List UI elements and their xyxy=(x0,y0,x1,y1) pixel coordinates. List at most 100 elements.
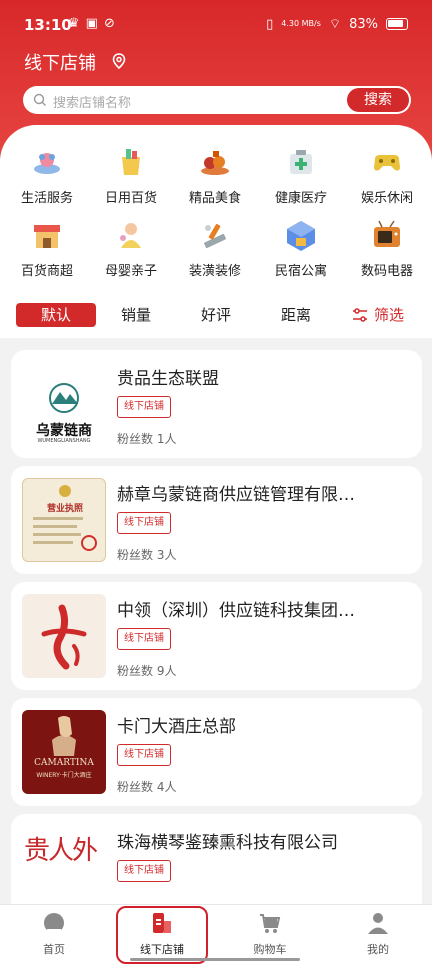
home-indicator xyxy=(130,958,300,961)
status-time: 13:10 xyxy=(24,16,72,34)
search-icon xyxy=(33,93,46,106)
category-life-service[interactable]: 生活服务 xyxy=(4,145,90,206)
store-tag: 线下店铺 xyxy=(117,860,171,882)
seal-icon xyxy=(81,535,97,551)
apartment-icon xyxy=(287,221,315,251)
store-tag: 线下店铺 xyxy=(117,396,171,418)
category-label: 百货商超 xyxy=(20,264,73,279)
store-tag: 线下店铺 xyxy=(117,512,171,534)
category-label: 健康医疗 xyxy=(274,191,327,206)
status-bar: 13:10 ♛ ▣ ⊘ ▯ 4.30 MB/s ⌔ 83% xyxy=(0,0,432,50)
category-label: 装潢装修 xyxy=(188,264,241,279)
nav-home[interactable]: 首页 xyxy=(14,911,94,957)
category-digital[interactable]: 数码电器 xyxy=(344,218,430,279)
category-label: 民宿公寓 xyxy=(274,264,327,279)
store-name: 珠海横琴鉴臻熏科技有限公司 xyxy=(117,833,338,853)
store-logo xyxy=(22,594,106,678)
home-icon xyxy=(44,913,64,933)
store-name: 中领（深圳）供应链科技集团… xyxy=(117,601,355,621)
nav-label: 购物车 xyxy=(253,943,287,956)
category-panel: 生活服务 日用百货 精品美食 健康医疗 娱乐休闲 百货商超 母婴亲子 装潢装修 … xyxy=(0,125,432,290)
store-card[interactable]: 贵人外 珠海横琴鉴臻熏科技有限公司 线下店铺 xyxy=(11,814,422,904)
tools-icon xyxy=(204,223,226,249)
notification-icon: ▣ xyxy=(85,16,98,31)
category-baby[interactable]: 母婴亲子 xyxy=(88,218,174,279)
nav-mine[interactable]: 我的 xyxy=(338,911,418,957)
store-logo-figure-icon xyxy=(52,716,76,756)
store-card[interactable]: 营业执照 赫章乌蒙链商供应链管理有限… 线下店铺 粉丝数 3人 xyxy=(11,466,422,574)
category-apartment[interactable]: 民宿公寓 xyxy=(258,218,344,279)
category-decoration[interactable]: 装潢装修 xyxy=(172,218,258,279)
store-logo-subtext: WINERY·卡门大酒庄 xyxy=(36,772,92,779)
notification-icon: ♛ xyxy=(68,16,80,31)
sort-default[interactable]: 默认 xyxy=(16,303,96,327)
category-label: 生活服务 xyxy=(20,191,73,206)
sort-distance[interactable]: 距离 xyxy=(260,303,332,327)
status-right: ▯ 4.30 MB/s ⌔ 83% xyxy=(266,16,408,32)
license-title: 营业执照 xyxy=(46,504,83,514)
bottom-nav: 首页 线下店铺 购物车 我的 xyxy=(0,904,432,964)
store-fans: 粉丝数 3人 xyxy=(117,548,177,562)
notification-icon: ⊘ xyxy=(103,16,115,31)
category-entertainment[interactable]: 娱乐休闲 xyxy=(344,145,430,206)
category-label: 精品美食 xyxy=(188,191,241,206)
store-logo-text: 乌蒙链商 xyxy=(36,423,92,439)
filter-button[interactable]: 筛选 xyxy=(352,303,404,327)
sort-sales[interactable]: 销量 xyxy=(100,303,172,327)
store-card[interactable]: 乌蒙链商 WUMENGLIANSHANG 贵品生态联盟 线下店铺 粉丝数 1人 xyxy=(11,350,422,458)
category-supermarket[interactable]: 百货商超 xyxy=(4,218,90,279)
search-button[interactable]: 搜索 xyxy=(347,88,409,112)
store-name: 卡门大酒庄总部 xyxy=(117,717,236,737)
store-name: 赫章乌蒙链商供应链管理有限… xyxy=(117,485,355,505)
category-label: 娱乐休闲 xyxy=(360,191,413,206)
vibrate-icon: ▯ xyxy=(266,16,274,32)
battery-icon xyxy=(386,18,408,30)
store-tag: 线下店铺 xyxy=(117,628,171,650)
food-icon xyxy=(201,151,229,175)
network-speed: 4.30 MB/s xyxy=(281,19,321,28)
nav-cart[interactable]: 购物车 xyxy=(230,911,310,957)
user-icon xyxy=(368,913,388,934)
medical-icon xyxy=(290,150,312,174)
nav-highlight-box xyxy=(116,906,208,964)
filter-label: 筛选 xyxy=(374,306,405,324)
store-fans: 粉丝数 1人 xyxy=(117,432,177,446)
store-logo-brush-icon xyxy=(41,604,87,670)
store-logo: 贵人外 xyxy=(22,826,106,904)
category-label: 日用百货 xyxy=(104,191,157,206)
daily-goods-icon xyxy=(122,149,140,175)
game-icon xyxy=(374,155,400,171)
battery-percent: 83% xyxy=(349,16,378,32)
sort-rating[interactable]: 好评 xyxy=(180,303,252,327)
search-bar[interactable]: 搜索店铺名称 搜索 xyxy=(23,86,411,114)
location-pin-icon[interactable] xyxy=(110,52,128,70)
category-medical[interactable]: 健康医疗 xyxy=(258,145,344,206)
cart-icon xyxy=(260,914,281,933)
filter-icon xyxy=(353,308,367,322)
notification-icons: ♛ ▣ ⊘ xyxy=(68,16,115,31)
wifi-icon: ⌔ xyxy=(328,17,342,32)
category-label: 数码电器 xyxy=(360,264,413,279)
tv-icon xyxy=(374,220,400,247)
store-license-image: 营业执照 xyxy=(22,478,106,562)
store-card[interactable]: 中领（深圳）供应链科技集团… 线下店铺 粉丝数 9人 xyxy=(11,582,422,690)
store-fans: 粉丝数 4人 xyxy=(117,780,177,794)
baby-icon xyxy=(120,223,141,248)
store-tag: 线下店铺 xyxy=(117,744,171,766)
store-fans: 粉丝数 9人 xyxy=(117,664,177,678)
category-label: 母婴亲子 xyxy=(104,264,157,279)
supermarket-icon xyxy=(34,225,60,248)
store-logo-subtext: WUMENGLIANSHANG xyxy=(37,438,91,444)
life-service-icon xyxy=(34,153,60,174)
emblem-icon xyxy=(59,485,71,497)
store-card[interactable]: CAMARTINA WINERY·卡门大酒庄 卡门大酒庄总部 线下店铺 粉丝数 … xyxy=(11,698,422,806)
store-logo: 乌蒙链商 WUMENGLIANSHANG xyxy=(22,362,106,446)
store-logo-text: CAMARTINA xyxy=(34,758,94,768)
nav-label: 我的 xyxy=(367,943,389,956)
nav-label: 首页 xyxy=(43,943,65,956)
page-title: 线下店铺 xyxy=(24,53,96,74)
category-food[interactable]: 精品美食 xyxy=(172,145,258,206)
search-input[interactable]: 搜索店铺名称 xyxy=(53,92,131,111)
store-logo: CAMARTINA WINERY·卡门大酒庄 xyxy=(22,710,106,794)
category-daily-goods[interactable]: 日用百货 xyxy=(88,145,174,206)
